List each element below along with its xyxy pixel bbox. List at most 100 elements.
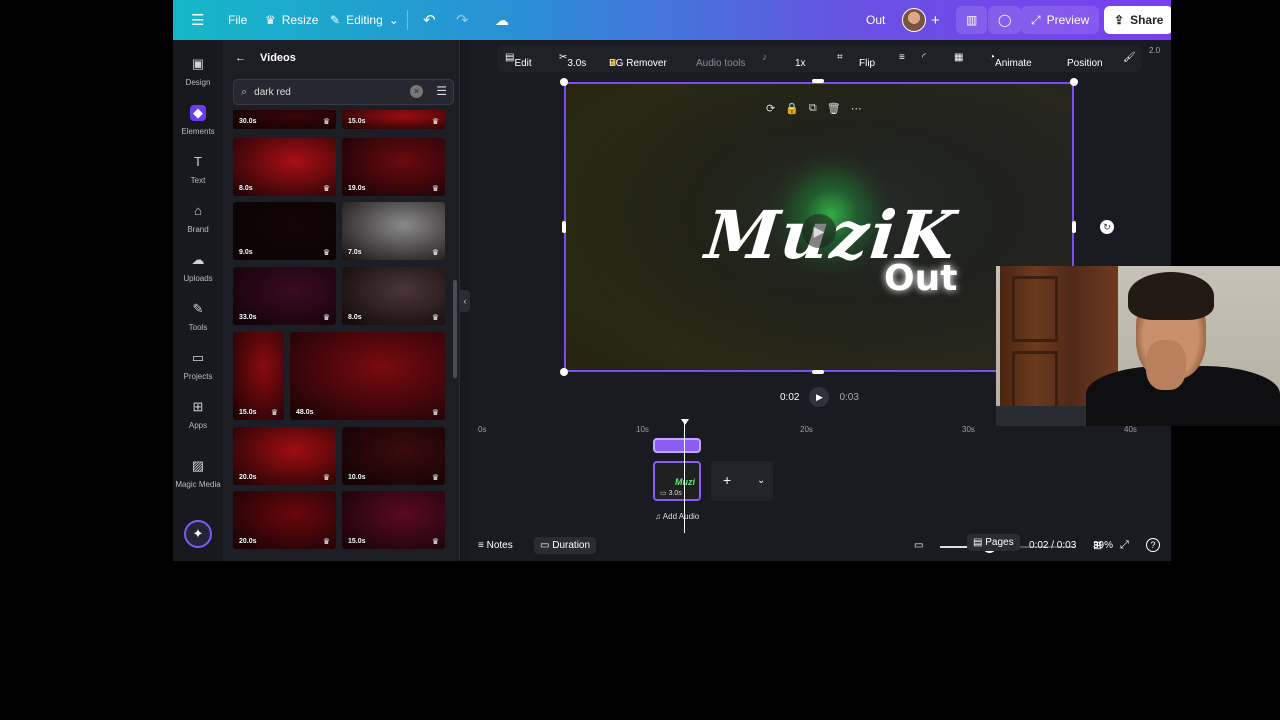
pages-button[interactable]: ▤ Pages — [967, 534, 1020, 551]
rail-item-projects[interactable]: ▭ Projects — [173, 350, 223, 381]
rail-item-tools[interactable]: ✎ Tools — [173, 301, 223, 332]
preview-label: Preview — [1046, 13, 1090, 27]
animate-button[interactable]: ◔ Animate — [989, 52, 1032, 69]
more-icon[interactable]: ⋯ — [851, 102, 862, 115]
rail-item-brand[interactable]: ⌂ Brand — [173, 203, 223, 234]
fullscreen-icon[interactable]: ⤢ — [1120, 539, 1129, 552]
webcam-person-hair — [1128, 272, 1214, 320]
duplicate-icon[interactable]: ⧉ — [809, 102, 817, 115]
video-thumbnail[interactable]: 20.0s ♛ — [233, 491, 336, 549]
plus-icon: + — [723, 472, 732, 488]
video-play-overlay[interactable]: ▶ — [802, 214, 836, 248]
edit-button[interactable]: ▤ Edit — [505, 52, 532, 69]
resize-button[interactable]: ♛ Resize — [265, 0, 318, 40]
grid-view-icon[interactable]: ⊞ — [1093, 539, 1102, 552]
resize-handle[interactable] — [1070, 78, 1078, 86]
add-page-button[interactable]: + ⌄ — [711, 461, 773, 501]
timeline-page-clip[interactable]: Muzi ▭ 3.0s — [653, 461, 701, 501]
thumbnail-duration: 8.0s — [348, 314, 362, 321]
video-thumbnail[interactable]: 7.0s ♛ — [342, 202, 445, 260]
rail-item-elements[interactable]: ◆ Elements — [173, 105, 223, 136]
delete-icon[interactable]: 🗑 — [827, 102, 841, 115]
back-arrow-icon[interactable]: ← — [235, 52, 246, 64]
crown-icon: ♛ — [322, 117, 330, 126]
lock-icon[interactable]: 🔒 — [785, 102, 799, 115]
crown-icon: ♛ — [322, 313, 330, 322]
video-thumbnail[interactable]: 9.0s ♛ — [233, 202, 336, 260]
duration-button[interactable]: ▭ Duration — [534, 537, 597, 554]
play-button[interactable]: ▶ — [809, 387, 830, 407]
audio-track-clip[interactable] — [653, 438, 701, 453]
resize-handle[interactable] — [1072, 221, 1076, 233]
editing-mode-dropdown[interactable]: ✎ Editing ⌄ — [330, 0, 399, 40]
collapse-panel-button[interactable]: ‹ — [460, 290, 470, 312]
crown-icon: ♛ — [322, 473, 330, 482]
search-input[interactable]: dark red — [254, 87, 291, 98]
analytics-icon[interactable]: ▥ — [956, 6, 988, 34]
layout-icon: ▣ — [191, 56, 205, 71]
video-thumbnail[interactable]: 30.0s ♛ — [233, 110, 336, 129]
video-thumbnail[interactable]: 15.0s ♛ — [342, 491, 445, 549]
magic-assistant-button[interactable]: ✦ — [184, 520, 212, 548]
document-title[interactable]: Out — [866, 0, 885, 40]
video-thumbnail[interactable]: 20.0s ♛ — [233, 427, 336, 485]
resize-handle[interactable] — [560, 368, 568, 376]
resize-handle[interactable] — [812, 79, 824, 83]
search-bar: ⌕ dark red × ☰ — [233, 79, 454, 105]
corner-rounding-icon[interactable]: ◜ — [922, 52, 926, 63]
video-thumbnail[interactable]: 10.0s ♛ — [342, 427, 445, 485]
paint-roller-icon[interactable]: 🖌 — [1123, 52, 1136, 63]
help-icon[interactable]: ? — [1146, 538, 1160, 552]
notes-label: Notes — [486, 540, 513, 551]
menu-icon[interactable]: ☰ — [191, 0, 204, 40]
avatar[interactable] — [902, 8, 926, 32]
trim-button[interactable]: ✂ 3.0s — [559, 52, 586, 69]
file-menu[interactable]: File — [228, 0, 247, 40]
volume-icon[interactable]: ♪ — [762, 52, 767, 63]
line-style-icon[interactable]: ≡ — [899, 52, 905, 63]
video-thumbnail[interactable]: 15.0s ♛ — [233, 332, 284, 420]
rotate-icon[interactable]: ↻ — [1100, 220, 1114, 234]
redo-icon[interactable]: ↷ — [456, 0, 469, 40]
video-thumbnail[interactable]: 8.0s ♛ — [342, 267, 445, 325]
filter-icon[interactable]: ☰ — [436, 84, 447, 98]
video-thumbnail[interactable]: 15.0s ♛ — [342, 110, 445, 129]
clip-duration-text: 3.0s — [668, 490, 682, 497]
sparkle-icon: ✦ — [192, 526, 204, 541]
video-thumbnail[interactable]: 33.0s ♛ — [233, 267, 336, 325]
rail-item-magic-media[interactable]: ▨ Magic Media — [173, 458, 223, 489]
add-collaborator-icon[interactable]: + — [931, 0, 940, 40]
resize-handle[interactable] — [560, 78, 568, 86]
transparency-icon[interactable]: ▦ — [954, 52, 963, 63]
video-thumbnail[interactable]: 8.0s ♛ — [233, 138, 336, 196]
panel-scrollbar[interactable] — [453, 280, 457, 378]
comment-icon[interactable]: ◯ — [988, 6, 1022, 34]
crown-icon: ♛ — [322, 537, 330, 546]
rail-item-text[interactable]: T Text — [173, 154, 223, 185]
chevron-down-icon[interactable]: ⌄ — [757, 475, 765, 486]
left-rail: ▣ Design ◆ Elements T Text ⌂ Brand ☁ Uploads … — [173, 40, 223, 561]
resize-handle[interactable] — [562, 221, 566, 233]
add-audio-button[interactable]: ♫ Add Audio — [655, 512, 699, 521]
notes-button[interactable]: ≡ Notes — [478, 540, 513, 551]
thumbnail-duration: 9.0s — [239, 249, 253, 256]
video-thumbnail[interactable]: 19.0s ♛ — [342, 138, 445, 196]
replace-icon[interactable]: ⟳ — [766, 102, 775, 115]
editing-label: Editing — [346, 13, 383, 27]
ruler-tick: 0s — [478, 425, 487, 434]
crop-icon[interactable]: ⌗ — [837, 52, 843, 63]
resize-handle[interactable] — [812, 370, 824, 374]
cloud-save-icon[interactable]: ☁ — [495, 0, 509, 40]
present-icon[interactable]: ▭ — [914, 540, 923, 551]
clear-search-icon[interactable]: × — [410, 85, 423, 98]
rail-item-apps[interactable]: ⊞ Apps — [173, 399, 223, 430]
video-thumbnail[interactable]: 48.0s ♛ — [290, 332, 445, 420]
rail-item-design[interactable]: ▣ Design — [173, 56, 223, 87]
share-button[interactable]: ⇪ Share — [1104, 6, 1171, 34]
animate-label: Animate — [995, 58, 1032, 69]
canvas-sub-text[interactable]: Out — [884, 258, 957, 299]
undo-icon[interactable]: ↶ — [423, 0, 436, 40]
preview-button[interactable]: ⤢ Preview — [1021, 6, 1100, 34]
rail-item-uploads[interactable]: ☁ Uploads — [173, 252, 223, 283]
magic-image-icon: ▨ — [191, 458, 205, 473]
